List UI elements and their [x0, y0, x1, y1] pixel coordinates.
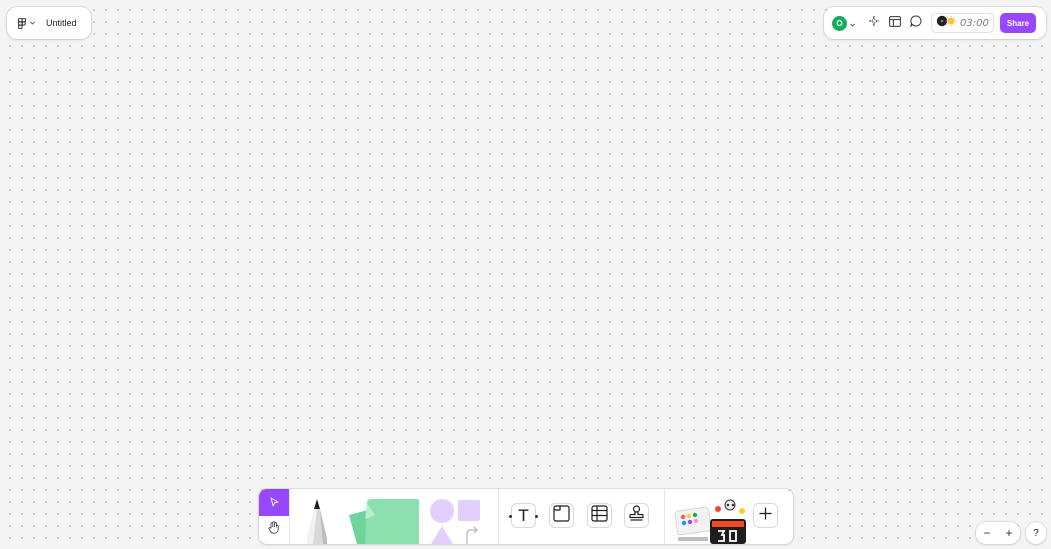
- figjam-logo-icon: [18, 17, 27, 29]
- zoom-in-button[interactable]: +: [1005, 527, 1012, 539]
- move-tool-button[interactable]: [259, 489, 289, 516]
- section-tool-button[interactable]: [549, 503, 574, 528]
- marker-pen-tool[interactable]: [303, 499, 331, 544]
- shapes-tool[interactable]: [429, 498, 483, 544]
- more-tools-button[interactable]: [753, 503, 778, 528]
- ai-sparkle-button[interactable]: [865, 14, 883, 32]
- comment-icon: [910, 14, 922, 32]
- file-panel: Untitled: [7, 7, 91, 39]
- text-tool-button[interactable]: T: [511, 503, 536, 528]
- text-tool-glyph: T: [518, 506, 529, 525]
- hand-tool-button[interactable]: [259, 516, 289, 544]
- table-icon: [591, 504, 608, 527]
- file-title[interactable]: Untitled: [46, 18, 77, 28]
- timer-value: 03:00: [960, 17, 989, 29]
- comment-button[interactable]: [907, 14, 925, 32]
- tool-mode-group: [259, 489, 290, 544]
- sticky-note-tool[interactable]: [345, 497, 421, 544]
- stickers-tool[interactable]: [674, 497, 750, 544]
- creation-toolbar: T: [259, 489, 793, 544]
- section-icon: [553, 504, 570, 527]
- marker-pen-icon: [303, 499, 331, 544]
- zoom-controls: − +: [976, 522, 1020, 544]
- text-icon: T: [512, 504, 535, 527]
- share-button[interactable]: Share: [1000, 13, 1036, 33]
- hand-icon: [268, 521, 280, 539]
- move-icon: [270, 494, 279, 512]
- plus-icon: [759, 507, 772, 525]
- chevron-down-icon: [30, 21, 35, 25]
- timer-button[interactable]: 03:00: [931, 13, 994, 33]
- zoom-out-button[interactable]: −: [983, 527, 990, 539]
- toolbar-divider: [498, 489, 499, 544]
- avatar[interactable]: O: [832, 15, 847, 31]
- chevron-down-icon: [850, 14, 855, 32]
- layout-icon: [889, 14, 901, 32]
- text-tool-handle-left: [509, 515, 512, 518]
- top-right-panel: O 03:00 Share: [824, 7, 1046, 39]
- toolbar-divider: [664, 489, 665, 544]
- stickers-icon: [674, 499, 750, 544]
- text-tool-handle-right: [535, 515, 538, 518]
- user-menu[interactable]: O: [832, 14, 855, 32]
- music-timer-icon: [936, 14, 958, 32]
- table-tool-button[interactable]: [587, 503, 612, 528]
- ai-sparkle-icon: [868, 14, 880, 32]
- main-menu-button[interactable]: [18, 12, 35, 34]
- help-button[interactable]: ?: [1026, 522, 1046, 544]
- layout-button[interactable]: [886, 14, 904, 32]
- stamp-tool-button[interactable]: [624, 503, 649, 528]
- stamp-icon: [629, 504, 644, 527]
- shapes-icon: [429, 499, 483, 544]
- sticky-note-icon: [345, 499, 421, 544]
